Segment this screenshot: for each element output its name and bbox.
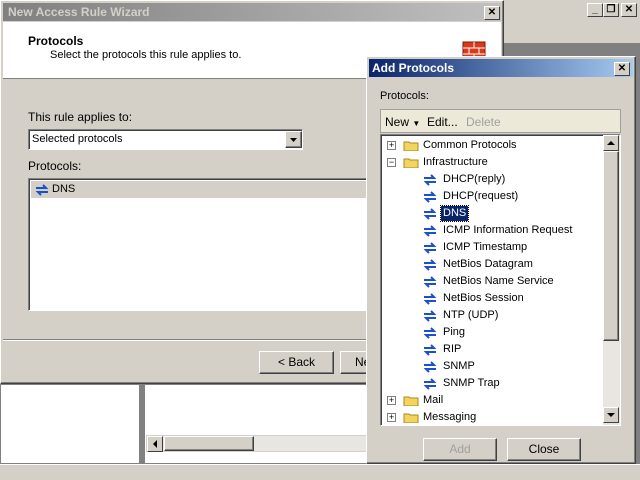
- tree-item-label: NetBios Datagram: [443, 258, 533, 270]
- tree-item-label: DHCP(request): [443, 190, 519, 202]
- page-title: Protocols: [28, 34, 84, 48]
- protocol-icon: [423, 276, 437, 288]
- dialog-title: Add Protocols: [372, 61, 455, 75]
- wizard-close-icon[interactable]: ✕: [484, 6, 500, 20]
- tree-item[interactable]: SNMP: [381, 358, 603, 375]
- new-menu-button[interactable]: New ▼: [385, 115, 420, 129]
- wizard-title: New Access Rule Wizard: [8, 5, 150, 19]
- scroll-up-icon[interactable]: [603, 135, 619, 151]
- tree-item-label: ICMP Timestamp: [443, 241, 528, 253]
- protocol-icon: [423, 327, 437, 339]
- dialog-protocols-label: Protocols:: [380, 90, 429, 102]
- tree-item-label: SNMP: [443, 360, 475, 372]
- tree-item-label: ICMP Information Request: [443, 224, 573, 236]
- tree-item[interactable]: NTP (UDP): [381, 307, 603, 324]
- protocol-icon: [423, 293, 437, 305]
- protocol-icon: [423, 259, 437, 271]
- tree-item[interactable]: NetBios Session: [381, 290, 603, 307]
- tree-folder[interactable]: + Common Protocols: [381, 137, 603, 154]
- background-app-divider: [500, 20, 640, 44]
- tree-folder[interactable]: + Messaging: [381, 409, 603, 425]
- tree-folder[interactable]: + Mail: [381, 392, 603, 409]
- close-button[interactable]: Close: [507, 438, 581, 461]
- tree-item[interactable]: Ping: [381, 324, 603, 341]
- tree-folder-label: Infrastructure: [423, 156, 488, 168]
- tree-folder-label: Mail: [423, 394, 444, 406]
- protocol-icon: [423, 310, 437, 322]
- tree-item-label: NTP (UDP): [443, 309, 499, 321]
- tree-folder[interactable]: − Infrastructure: [381, 154, 603, 171]
- expand-icon[interactable]: +: [387, 396, 396, 405]
- collapse-icon[interactable]: −: [387, 158, 396, 167]
- protocol-icon: [423, 191, 437, 203]
- dialog-toolbar: New ▼ Edit... Delete: [380, 109, 621, 133]
- tree-item[interactable]: SNMP Trap: [381, 375, 603, 392]
- tree-item-label: NetBios Session: [443, 292, 524, 304]
- tree-rows: + Common Protocols − Infrastructure DHCP(rep…: [381, 137, 603, 423]
- scroll-thumb[interactable]: [164, 436, 254, 451]
- tree-folder-label: Messaging: [423, 411, 477, 423]
- back-button[interactable]: < Back: [259, 351, 334, 374]
- folder-icon: [403, 396, 419, 406]
- tree-item-label: Ping: [443, 326, 466, 338]
- tree-item[interactable]: RIP: [381, 341, 603, 358]
- list-item-label: DNS: [52, 183, 76, 195]
- tree-item-label: SNMP Trap: [443, 377, 500, 389]
- expand-icon[interactable]: +: [387, 141, 396, 150]
- expand-icon[interactable]: +: [387, 413, 396, 422]
- folder-icon: [403, 158, 419, 168]
- list-item[interactable]: DNS: [31, 181, 368, 198]
- tree-item[interactable]: DNS: [381, 205, 603, 222]
- edit-button[interactable]: Edit...: [427, 115, 458, 129]
- tree-item-label: DNS: [439, 205, 470, 222]
- applies-label: This rule applies to:: [28, 110, 133, 124]
- protocols-list[interactable]: DNS: [28, 178, 373, 311]
- minimize-icon[interactable]: _: [587, 3, 603, 17]
- tree-item[interactable]: DHCP(reply): [381, 171, 603, 188]
- protocol-icon: [423, 208, 437, 220]
- tree-item[interactable]: ICMP Timestamp: [381, 239, 603, 256]
- tree-item-label: NetBios Name Service: [443, 275, 554, 287]
- delete-button[interactable]: Delete: [466, 115, 501, 129]
- tree-item-label: RIP: [443, 343, 462, 355]
- protocol-icon: [423, 174, 437, 186]
- add-button[interactable]: Add: [423, 438, 497, 461]
- protocol-icon: [423, 378, 437, 390]
- status-bar: [0, 464, 640, 480]
- add-protocols-dialog: Add Protocols ✕ Protocols: New ▼ Edit...…: [366, 56, 636, 464]
- tree-item-label: DHCP(reply): [443, 173, 506, 185]
- tree-item[interactable]: NetBios Name Service: [381, 273, 603, 290]
- page-subtitle: Select the protocols this rule applies t…: [50, 49, 242, 61]
- protocol-icon: [35, 184, 49, 196]
- close-icon[interactable]: ✕: [621, 3, 637, 17]
- scroll-left-icon[interactable]: [147, 436, 163, 452]
- tree-folder-label: Common Protocols: [423, 139, 517, 151]
- vertical-scrollbar[interactable]: [603, 135, 620, 425]
- protocol-icon: [423, 344, 437, 356]
- protocol-icon: [423, 225, 437, 237]
- dropdown-arrow-icon: ▼: [412, 119, 421, 128]
- background-hscroll[interactable]: [146, 435, 368, 452]
- chevron-down-icon[interactable]: [285, 131, 302, 148]
- scroll-thumb[interactable]: [603, 151, 619, 341]
- background-right-pane: [144, 384, 369, 464]
- scroll-down-icon[interactable]: [603, 407, 619, 423]
- tree-item[interactable]: ICMP Information Request: [381, 222, 603, 239]
- dialog-titlebar: Add Protocols: [369, 59, 633, 77]
- protocols-tree[interactable]: + Common Protocols − Infrastructure DHCP(rep…: [380, 134, 621, 426]
- applies-select[interactable]: Selected protocols: [28, 129, 303, 150]
- wizard-titlebar: New Access Rule Wizard: [3, 3, 501, 21]
- restore-icon[interactable]: ❐: [603, 3, 619, 17]
- background-left-pane: [0, 384, 140, 464]
- dialog-close-icon[interactable]: ✕: [614, 62, 630, 76]
- protocol-icon: [423, 361, 437, 373]
- folder-icon: [403, 141, 419, 151]
- tree-item[interactable]: NetBios Datagram: [381, 256, 603, 273]
- protocols-label: Protocols:: [28, 159, 82, 173]
- folder-icon: [403, 413, 419, 423]
- protocol-icon: [423, 242, 437, 254]
- tree-item[interactable]: DHCP(request): [381, 188, 603, 205]
- background-app-bar: [500, 0, 640, 20]
